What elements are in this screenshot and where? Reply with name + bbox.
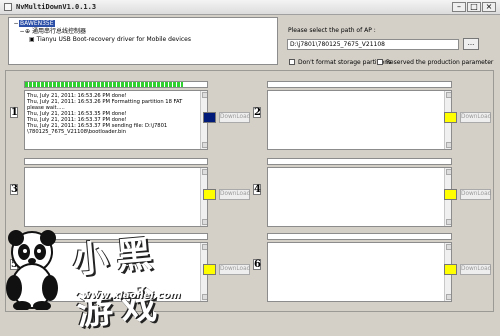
slot-2-number: 2 (253, 107, 261, 118)
slot-4-log[interactable] (267, 167, 452, 227)
slot-1-progress (24, 81, 208, 88)
format-checkbox[interactable] (289, 59, 295, 65)
window-title: NvMultiDownV1.0.1.3 (16, 3, 97, 11)
minimize-icon[interactable]: – (452, 2, 466, 12)
slot-1-status (203, 112, 216, 123)
slot-3-download-button[interactable]: DownLoad (219, 189, 250, 200)
slot-3-number: 3 (10, 184, 18, 195)
slot-1-download-button[interactable]: DownLoad (219, 112, 250, 123)
ap-path-label: Please select the path of AP : (288, 27, 376, 34)
slot-5-download-button[interactable]: DownLoad (219, 264, 250, 275)
maximize-icon[interactable]: □ (467, 2, 481, 12)
slot-4-download-button[interactable]: DownLoad (460, 189, 491, 200)
slot-6-download-button[interactable]: DownLoad (460, 264, 491, 275)
slot-6-number: 6 (253, 259, 261, 270)
slot-2-progress (267, 81, 452, 88)
close-icon[interactable]: × (482, 2, 496, 12)
slot-5-number: 5 (10, 259, 18, 270)
slot-5-status (203, 264, 216, 275)
tree-device[interactable]: ▣ Tianyu USB Boot-recovery driver for Mo… (29, 36, 191, 44)
slot-4-number: 4 (253, 184, 261, 195)
browse-button[interactable]: ... (463, 38, 479, 50)
slot-2-status (444, 112, 457, 123)
usb-icon: ⊕ (25, 28, 31, 35)
slot-6-progress (267, 233, 452, 240)
reserve-label: Reserved the production parameter (386, 59, 494, 66)
device-icon: ▣ (29, 36, 35, 43)
tree-root[interactable]: −BAWEN35E (13, 20, 55, 28)
device-tree[interactable]: −BAWEN35E −⊕ 通用串行总线控制器 ▣ Tianyu USB Boot… (8, 17, 278, 65)
slot-6-status (444, 264, 457, 275)
slot-3-log[interactable] (24, 167, 208, 227)
slot-3-status (203, 189, 216, 200)
progress-fill (25, 82, 184, 87)
log-line: \780125_7675_V21108\bootloader.bin (27, 129, 127, 135)
ap-path-field[interactable]: D:\j7801\780125_7675_V21108 (287, 39, 459, 50)
slot-2-log[interactable] (267, 90, 452, 150)
slot-3-progress (24, 158, 208, 165)
tree-usb-controller[interactable]: −⊕ 通用串行总线控制器 (19, 28, 85, 36)
app-icon (4, 3, 12, 11)
slot-1-number: 1 (10, 107, 18, 118)
slot-2-download-button[interactable]: DownLoad (460, 112, 491, 123)
slot-5-log[interactable] (24, 242, 208, 302)
slot-4-status (444, 189, 457, 200)
slot-4-progress (267, 158, 452, 165)
slot-5-progress (24, 233, 208, 240)
slot-1-log[interactable]: Thu, July 21, 2011: 16:53.26 PM done! Thu… (24, 90, 208, 150)
slot-6-log[interactable] (267, 242, 452, 302)
reserve-checkbox[interactable] (377, 59, 383, 65)
title-bar: NvMultiDownV1.0.1.3 – □ × (0, 0, 500, 15)
